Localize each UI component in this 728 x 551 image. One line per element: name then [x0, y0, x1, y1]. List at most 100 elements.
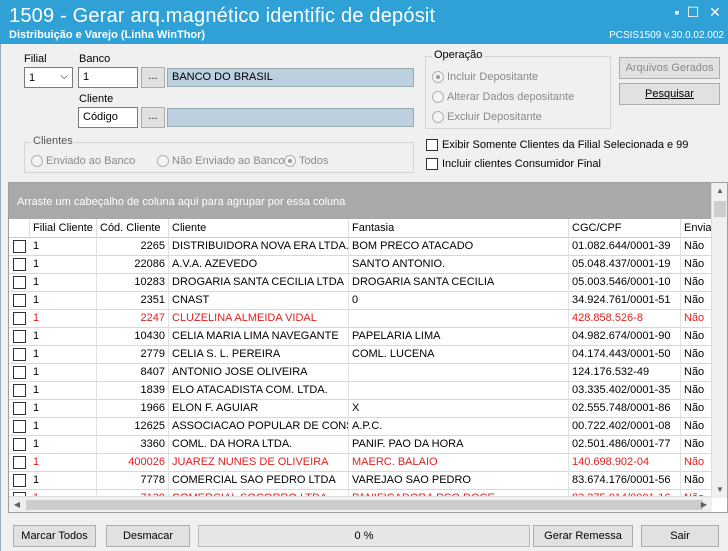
- scroll-left-icon[interactable]: ◀: [9, 497, 25, 512]
- radio-dot: [157, 155, 169, 167]
- operacao-title: Operação: [432, 49, 485, 61]
- horizontal-scrollbar[interactable]: ◀ ▶: [9, 496, 712, 512]
- incluir-consumidor-checkbox[interactable]: Incluir clientes Consumidor Final: [426, 158, 601, 170]
- row-checkbox[interactable]: [13, 240, 26, 253]
- row-checkbox[interactable]: [13, 294, 26, 307]
- table-row[interactable]: 1 400026 JUAREZ NUNES DE OLIVEIRA MAERC. BA…: [9, 454, 712, 472]
- row-checkbox[interactable]: [13, 276, 26, 289]
- cell-cod-cliente: 2247: [97, 310, 169, 328]
- row-checkbox[interactable]: [13, 348, 26, 361]
- cell-enviado: Não: [681, 436, 712, 454]
- cell-fantasia: PAPELARIA LIMA: [349, 328, 569, 346]
- clients-grid: Arraste um cabeçalho de coluna aqui para…: [8, 182, 728, 513]
- cell-cod-cliente: 3360: [97, 436, 169, 454]
- pesquisar-button[interactable]: Pesquisar: [619, 83, 720, 105]
- row-checkbox[interactable]: [13, 402, 26, 415]
- maximize-icon[interactable]: ☐: [684, 4, 702, 20]
- grid-rows: 1 2265 DISTRIBUIDORA NOVA ERA LTDA. BOM PRE…: [9, 238, 712, 508]
- main-content: Filial 1 ⌵ Banco 1 ... BANCO DO BRASIL C…: [0, 44, 728, 551]
- cell-cod-cliente: 2779: [97, 346, 169, 364]
- arquivos-gerados-button[interactable]: Arquivos Gerados: [619, 57, 720, 79]
- table-row[interactable]: 1 10283 DROGARIA SANTA CECILIA LTDA DROGARI…: [9, 274, 712, 292]
- row-checkbox[interactable]: [13, 366, 26, 379]
- cell-fantasia: DROGARIA SANTA CECILIA: [349, 274, 569, 292]
- sair-button[interactable]: Sair: [641, 525, 719, 547]
- row-checkbox[interactable]: [13, 312, 26, 325]
- table-row[interactable]: 1 10430 CELIA MARIA LIMA NAVEGANTE PAPELARI…: [9, 328, 712, 346]
- column-enviado[interactable]: Enviado: [681, 219, 712, 238]
- cell-cgc-cpf: 03.335.402/0001-35: [569, 382, 681, 400]
- table-row[interactable]: 1 3360 COML. DA HORA LTDA. PANIF. PAO DA HO…: [9, 436, 712, 454]
- radio-dot: [31, 155, 43, 167]
- table-row[interactable]: 112625ASSOCIACAO POPULAR DE CONSUMA.P.C.…: [9, 418, 712, 436]
- row-checkbox[interactable]: [13, 420, 26, 433]
- table-row[interactable]: 1 1966 ELON F. AGUIAR X 02.555.748/0001-86 Nã…: [9, 400, 712, 418]
- cell-fantasia: 0: [349, 292, 569, 310]
- row-checkbox[interactable]: [13, 456, 26, 469]
- table-row[interactable]: 1 2779 CELIA S. L. PEREIRA COML. LUCENA 04.1…: [9, 346, 712, 364]
- cliente-lookup-button[interactable]: ...: [141, 107, 165, 128]
- column-fantasia[interactable]: Fantasia: [349, 219, 569, 238]
- scroll-right-icon[interactable]: ▶: [696, 497, 712, 512]
- table-row[interactable]: 1 1839 ELO ATACADISTA COM. LTDA. 03.335.402…: [9, 382, 712, 400]
- radio-excluir-depositante[interactable]: Excluir Depositante: [432, 111, 542, 123]
- cell-cod-cliente: 7778: [97, 472, 169, 490]
- cliente-code-input[interactable]: Código: [78, 107, 138, 128]
- cell-enviado: Não: [681, 472, 712, 490]
- cell-filial: 1: [30, 400, 97, 418]
- row-checkbox[interactable]: [13, 330, 26, 343]
- radio-nao-enviado-banco[interactable]: Não Enviado ao Banco: [157, 155, 285, 167]
- cell-fantasia: [349, 310, 569, 328]
- marcar-todos-button[interactable]: Marcar Todos: [13, 525, 96, 547]
- banco-name-field: BANCO DO BRASIL: [167, 68, 414, 87]
- cell-filial: 1: [30, 328, 97, 346]
- cell-cliente: COMERCIAL SAO PEDRO LTDA: [169, 472, 349, 490]
- row-checkbox[interactable]: [13, 384, 26, 397]
- filial-select[interactable]: 1 ⌵: [24, 67, 73, 88]
- radio-label: Excluir Depositante: [447, 111, 542, 123]
- banco-lookup-button[interactable]: ...: [141, 67, 165, 88]
- checkbox-box: [426, 139, 438, 151]
- close-icon[interactable]: ✕: [706, 4, 724, 20]
- radio-enviado-banco[interactable]: Enviado ao Banco: [31, 155, 135, 167]
- cell-enviado: Não: [681, 292, 712, 310]
- cell-cliente: CELIA S. L. PEREIRA: [169, 346, 349, 364]
- banco-code-input[interactable]: 1: [78, 67, 138, 88]
- cell-cliente: ANTONIO JOSE OLIVEIRA: [169, 364, 349, 382]
- row-checkbox[interactable]: [13, 474, 26, 487]
- table-row[interactable]: 1 2265 DISTRIBUIDORA NOVA ERA LTDA. BOM PRE…: [9, 238, 712, 256]
- cell-cliente: A.V.A. AZEVEDO: [169, 256, 349, 274]
- radio-label: Incluir Depositante: [447, 71, 539, 83]
- banco-label: Banco: [79, 53, 111, 65]
- gerar-remessa-button[interactable]: Gerar Remessa: [533, 525, 633, 547]
- table-row[interactable]: 1 8407 ANTONIO JOSE OLIVEIRA 124.176.532-49…: [9, 364, 712, 382]
- cell-enviado: Não: [681, 418, 712, 436]
- cliente-name-field: [167, 108, 414, 127]
- cell-cliente: COML. DA HORA LTDA.: [169, 436, 349, 454]
- scroll-thumb[interactable]: [26, 500, 703, 510]
- desmarcar-todos-button[interactable]: Desmacar Todos: [106, 525, 190, 551]
- cell-cgc-cpf: 04.174.443/0001-50: [569, 346, 681, 364]
- exibir-somente-checkbox[interactable]: Exibir Somente Clientes da Filial Seleci…: [426, 139, 688, 151]
- cell-enviado: Não: [681, 328, 712, 346]
- scroll-up-icon[interactable]: ▲: [712, 183, 727, 199]
- cell-enviado: Não: [681, 310, 712, 328]
- table-row[interactable]: 1 2351 CNAST 0 34.924.761/0001-51 Não: [9, 292, 712, 310]
- scroll-down-icon[interactable]: ▼: [712, 482, 727, 498]
- table-row[interactable]: 1 22086 A.V.A. AZEVEDO SANTO ANTONIO. 05.048…: [9, 256, 712, 274]
- radio-dot: [432, 111, 444, 123]
- row-checkbox[interactable]: [13, 258, 26, 271]
- table-row[interactable]: 1 2247 CLUZELINA ALMEIDA VIDAL 428.858.526-…: [9, 310, 712, 328]
- vertical-scrollbar[interactable]: ▲ ▼: [711, 183, 727, 498]
- column-filial[interactable]: Filial Cliente: [30, 219, 97, 238]
- column-cgc-cpf[interactable]: CGC/CPF: [569, 219, 681, 238]
- radio-alterar-depositante[interactable]: Alterar Dados depositante: [432, 91, 574, 103]
- column-cliente[interactable]: Cliente: [169, 219, 349, 238]
- column-cod-cliente[interactable]: Cód. Cliente: [97, 219, 169, 238]
- row-checkbox[interactable]: [13, 438, 26, 451]
- table-row[interactable]: 1 7778 COMERCIAL SAO PEDRO LTDA VAREJAO SAO…: [9, 472, 712, 490]
- scroll-thumb[interactable]: [714, 201, 726, 217]
- radio-todos[interactable]: Todos: [284, 155, 328, 167]
- group-by-panel[interactable]: Arraste um cabeçalho de coluna aqui para…: [9, 183, 712, 219]
- radio-incluir-depositante[interactable]: Incluir Depositante: [432, 71, 538, 83]
